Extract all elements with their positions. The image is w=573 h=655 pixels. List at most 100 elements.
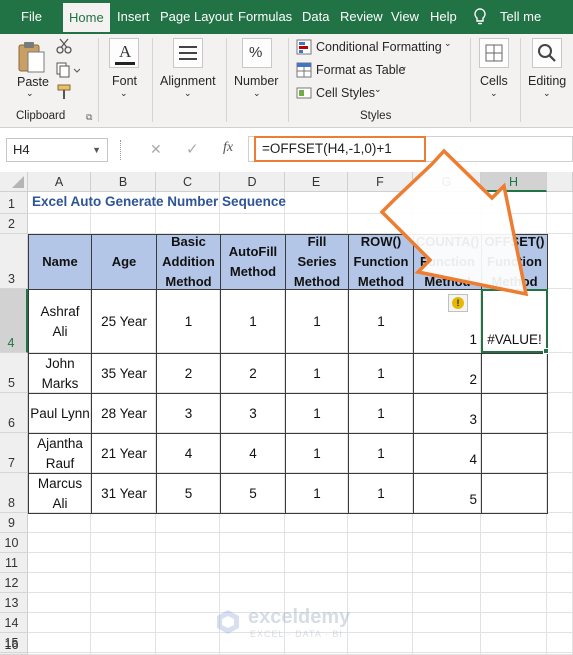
grid-cell[interactable] (481, 192, 547, 214)
table-cell[interactable]: 1 (348, 433, 414, 474)
grid-cell[interactable] (547, 214, 573, 234)
grid-cell[interactable] (348, 214, 413, 234)
column-header-f[interactable]: F (348, 172, 413, 192)
grid-cell[interactable] (547, 513, 573, 533)
table-cell[interactable] (481, 473, 548, 514)
row-header-5[interactable]: 5 (0, 353, 28, 393)
row-header-6[interactable]: 6 (0, 393, 28, 433)
cells-button[interactable]: Cells ⌄ (474, 38, 514, 104)
column-header-b[interactable]: B (91, 172, 156, 192)
grid-cell[interactable] (547, 633, 573, 653)
grid-cell[interactable] (156, 633, 220, 653)
grid-cell[interactable] (28, 633, 91, 653)
grid-cell[interactable] (481, 214, 547, 234)
cut-icon[interactable] (56, 38, 72, 59)
column-header-h[interactable]: H (481, 172, 547, 192)
grid-cell[interactable] (91, 553, 156, 573)
grid-cell[interactable] (285, 513, 348, 533)
enter-icon[interactable]: ✓ (186, 140, 199, 158)
grid-cell[interactable] (156, 553, 220, 573)
grid-cell[interactable] (348, 593, 413, 613)
grid-cell[interactable] (28, 593, 91, 613)
grid-cell[interactable] (348, 573, 413, 593)
lightbulb-icon[interactable] (470, 0, 490, 34)
grid-cell[interactable] (156, 513, 220, 533)
table-cell[interactable]: 1 (348, 289, 414, 354)
row-header-11[interactable]: 11 (0, 553, 28, 573)
grid-cell[interactable] (413, 513, 481, 533)
format-painter-icon[interactable] (56, 84, 72, 105)
insert-function-icon[interactable]: fx (223, 140, 233, 156)
grid-cell[interactable] (481, 513, 547, 533)
grid-cell[interactable] (547, 289, 573, 353)
table-header-cell[interactable]: ROW() Function Method (348, 234, 414, 290)
table-cell[interactable]: 2 (413, 353, 482, 394)
grid-cell[interactable] (547, 613, 573, 633)
grid-cell[interactable] (91, 513, 156, 533)
tab-view[interactable]: View (391, 0, 419, 34)
grid-cell[interactable] (285, 192, 348, 214)
tab-home[interactable]: Home (63, 3, 110, 34)
table-cell[interactable]: 1 (285, 393, 349, 434)
table-cell[interactable]: 3 (220, 393, 286, 434)
grid-cell[interactable] (547, 593, 573, 613)
sheet-title[interactable]: Excel Auto Generate Number Sequence (32, 194, 286, 209)
grid-cell[interactable] (348, 513, 413, 533)
tab-formulas[interactable]: Formulas (238, 0, 292, 34)
grid-cell[interactable] (547, 433, 573, 473)
formula-input[interactable]: =OFFSET(H4,-1,0)+1 (254, 136, 426, 162)
table-header-cell[interactable]: Fill Series Method (285, 234, 349, 290)
row-header-8[interactable]: 8 (0, 473, 28, 513)
table-cell[interactable]: 1 (348, 353, 414, 394)
table-header-cell[interactable]: Basic Addition Method (156, 234, 221, 290)
grid-cell[interactable] (348, 613, 413, 633)
table-cell[interactable]: John Marks (28, 353, 92, 394)
grid-cell[interactable] (413, 214, 481, 234)
grid-cell[interactable] (91, 633, 156, 653)
row-header-2[interactable]: 2 (0, 214, 28, 234)
copy-icon[interactable] (56, 62, 81, 83)
row-header-14[interactable]: 14 (0, 613, 28, 633)
grid-cell[interactable] (220, 533, 285, 553)
table-cell[interactable]: 1 (348, 473, 414, 514)
grid-cell[interactable] (220, 553, 285, 573)
tab-insert[interactable]: Insert (117, 0, 150, 34)
grid-cell[interactable] (547, 393, 573, 433)
table-header-cell[interactable]: Name (28, 234, 92, 290)
table-cell[interactable] (481, 353, 548, 394)
column-header-g[interactable]: G (413, 172, 481, 192)
grid-cell[interactable] (91, 593, 156, 613)
grid-cell[interactable] (285, 573, 348, 593)
grid-cell[interactable] (348, 192, 413, 214)
table-cell[interactable]: 4 (413, 433, 482, 474)
table-cell[interactable]: 1 (285, 289, 349, 354)
error-warning-icon[interactable]: ! (448, 294, 468, 312)
grid-cell[interactable] (220, 573, 285, 593)
fill-handle[interactable] (543, 348, 549, 354)
row-header-1[interactable]: 1 (0, 192, 28, 214)
tab-help[interactable]: Help (430, 0, 457, 34)
grid-cell[interactable] (413, 613, 481, 633)
row-header-9[interactable]: 9 (0, 513, 28, 533)
dialog-launcher-icon[interactable]: ⧉ (86, 112, 92, 123)
row-header-3[interactable]: 3 (0, 234, 28, 289)
tab-data[interactable]: Data (302, 0, 329, 34)
grid-cell[interactable] (413, 553, 481, 573)
column-header-e[interactable]: E (285, 172, 348, 192)
alignment-button[interactable]: Alignment ⌄ (156, 38, 220, 104)
table-cell[interactable]: 3 (156, 393, 221, 434)
grid-cell[interactable] (413, 573, 481, 593)
table-header-cell[interactable]: AutoFill Method (220, 234, 286, 290)
table-cell[interactable]: 5 (220, 473, 286, 514)
number-button[interactable]: % Number ⌄ (230, 38, 284, 104)
grid-cell[interactable] (547, 553, 573, 573)
grid-cell[interactable] (547, 573, 573, 593)
table-cell[interactable]: 5 (413, 473, 482, 514)
grid-cell[interactable] (348, 533, 413, 553)
grid-cell[interactable] (413, 192, 481, 214)
table-cell[interactable]: 3 (413, 393, 482, 434)
grid-cell[interactable] (28, 214, 91, 234)
conditional-formatting-button[interactable]: Conditional Formatting ⌄ (296, 38, 456, 58)
name-box[interactable]: H4 ▼ (6, 138, 108, 162)
table-cell[interactable]: 4 (220, 433, 286, 474)
